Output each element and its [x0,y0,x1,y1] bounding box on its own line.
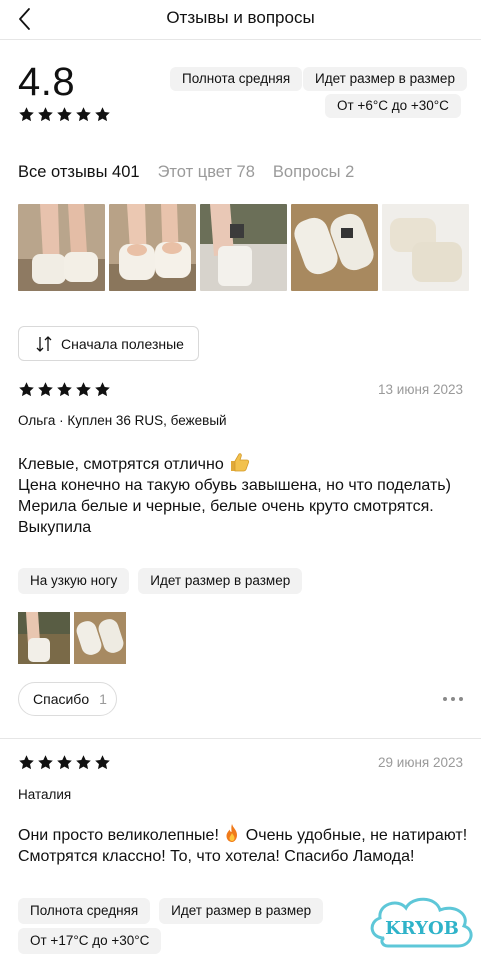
sort-button[interactable]: Сначала полезные [18,326,199,361]
review-text: Они просто великолепные! Очень удобные, … [18,823,468,867]
star-icon [18,754,35,771]
review-tags: На узкую ногу Идет размер в размер [18,568,303,594]
review-text-line: Клевые, смотрятся отлично [18,456,224,473]
star-icon [94,754,111,771]
review-date: 13 июня 2023 [378,382,463,397]
summary-chip-size: Идет размер в размер [303,67,467,91]
star-icon [56,106,73,123]
review-author: Наталия [18,787,72,802]
review-photo[interactable] [74,612,126,664]
review-text: Клевые, смотрятся отлично Цена конечно н… [18,452,468,538]
star-icon [18,106,35,123]
review-tag: Идет размер в размер [138,568,303,594]
photo-gallery [18,204,469,291]
star-icon [37,754,54,771]
star-icon [56,381,73,398]
watermark-logo: KRYOB [370,897,473,948]
tab-this-color[interactable]: Этот цвет 78 [158,163,255,182]
review-rating-stars [18,381,111,398]
thanks-button[interactable]: Спасибо 1 [18,682,117,716]
top-bar: Отзывы и вопросы [0,0,481,40]
star-icon [18,381,35,398]
tab-all-reviews[interactable]: Все отзывы 401 [18,163,140,182]
star-icon [56,754,73,771]
star-icon [75,754,92,771]
review-text-body: Цена конечно на такую обувь завышена, но… [18,477,451,536]
review-tag: От +17°C до +30°C [18,928,162,954]
star-icon [75,106,92,123]
review-text-part: Они просто великолепные! [18,827,219,844]
star-icon [94,106,111,123]
star-icon [37,106,54,123]
review-tags: Полнота средняя Идет размер в размер [18,898,324,924]
star-icon [37,381,54,398]
gallery-photo[interactable] [109,204,196,291]
sort-arrows-icon [36,335,52,352]
review-photos [18,612,126,664]
review-tag: Идет размер в размер [159,898,324,924]
review-tabs: Все отзывы 401 Этот цвет 78 Вопросы 2 [18,163,354,182]
average-rating: 4.8 [18,60,76,104]
star-icon [94,381,111,398]
tab-questions[interactable]: Вопросы 2 [273,163,354,182]
gallery-photo[interactable] [200,204,287,291]
watermark-text: KRYOB [385,918,459,939]
summary-chip-temperature: От +6°C до +30°C [325,94,461,118]
review-photo[interactable] [18,612,70,664]
gallery-photo[interactable] [291,204,378,291]
review-divider [0,738,481,739]
thumbs-up-icon [231,453,250,472]
summary-chip-fullness: Полнота средняя [170,67,303,91]
review-rating-stars [18,754,111,771]
review-tag: Полнота средняя [18,898,151,924]
sort-label: Сначала полезные [61,335,184,352]
average-rating-stars [18,106,111,123]
gallery-photo[interactable] [382,204,469,291]
review-tag: На узкую ногу [18,568,130,594]
review-date: 29 июня 2023 [378,755,463,770]
thanks-label: Спасибо [33,691,90,707]
review-author: Ольга · Куплен 36 RUS, бежевый [18,413,227,428]
star-icon [75,381,92,398]
thanks-count: 1 [99,691,107,707]
more-options-icon[interactable] [439,692,463,706]
page-title: Отзывы и вопросы [166,8,315,27]
review-tags: От +17°C до +30°C [18,928,162,954]
gallery-photo[interactable] [18,204,105,291]
fire-icon [226,824,238,842]
